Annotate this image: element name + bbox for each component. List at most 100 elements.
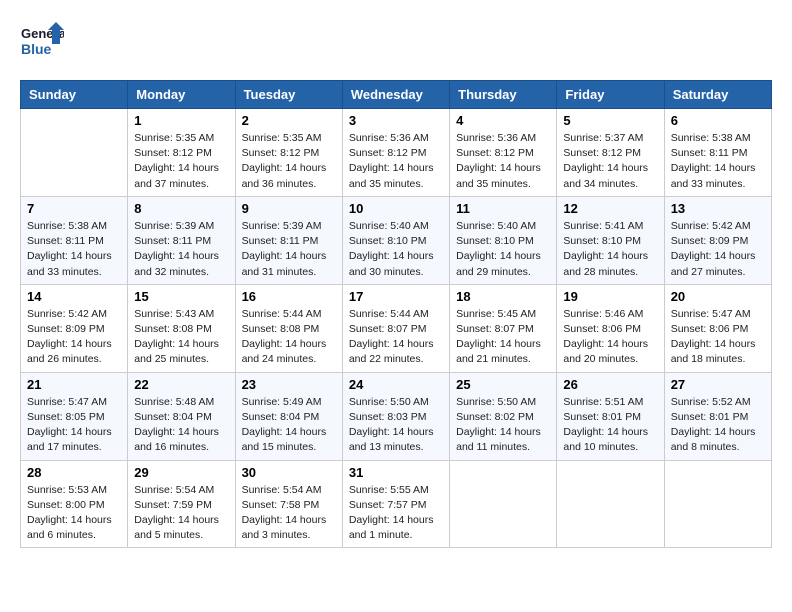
calendar-cell: 15 Sunrise: 5:43 AMSunset: 8:08 PMDayligh… xyxy=(128,284,235,372)
calendar-cell: 22 Sunrise: 5:48 AMSunset: 8:04 PMDayligh… xyxy=(128,372,235,460)
day-info: Sunrise: 5:47 AMSunset: 8:05 PMDaylight:… xyxy=(27,395,121,456)
calendar-week-row: 21 Sunrise: 5:47 AMSunset: 8:05 PMDayligh… xyxy=(21,372,772,460)
day-number: 25 xyxy=(456,377,550,392)
day-info: Sunrise: 5:51 AMSunset: 8:01 PMDaylight:… xyxy=(563,395,657,456)
calendar-cell: 26Sunrise: 5:51 AMSunset: 8:01 PMDayligh… xyxy=(557,372,664,460)
day-info: Sunrise: 5:44 AMSunset: 8:07 PMDaylight:… xyxy=(349,307,443,368)
day-number: 2 xyxy=(242,113,336,128)
day-info: Sunrise: 5:54 AMSunset: 7:59 PMDaylight:… xyxy=(134,483,228,544)
calendar-cell: 1Sunrise: 5:35 AMSunset: 8:12 PMDaylight… xyxy=(128,109,235,197)
calendar-cell: 16Sunrise: 5:44 AMSunset: 8:08 PMDayligh… xyxy=(235,284,342,372)
day-info: Sunrise: 5:35 AMSunset: 8:12 PMDaylight:… xyxy=(134,131,228,192)
day-number: 9 xyxy=(242,201,336,216)
calendar-table: SundayMondayTuesdayWednesdayThursdayFrid… xyxy=(20,80,772,548)
weekday-header-sunday: Sunday xyxy=(21,81,128,109)
calendar-week-row: 1Sunrise: 5:35 AMSunset: 8:12 PMDaylight… xyxy=(21,109,772,197)
day-info: Sunrise: 5:35 AMSunset: 8:12 PMDaylight:… xyxy=(242,131,336,192)
calendar-cell xyxy=(664,460,771,548)
calendar-cell: 7Sunrise: 5:38 AMSunset: 8:11 PMDaylight… xyxy=(21,196,128,284)
calendar-cell: 31Sunrise: 5:55 AMSunset: 7:57 PMDayligh… xyxy=(342,460,449,548)
day-number: 22 xyxy=(134,377,228,392)
day-info: Sunrise: 5:48 AMSunset: 8:04 PMDaylight:… xyxy=(134,395,228,456)
day-info: Sunrise: 5:44 AMSunset: 8:08 PMDaylight:… xyxy=(242,307,336,368)
day-number: 15 xyxy=(134,289,228,304)
day-info: Sunrise: 5:53 AMSunset: 8:00 PMDaylight:… xyxy=(27,483,121,544)
day-number: 11 xyxy=(456,201,550,216)
day-number: 28 xyxy=(27,465,121,480)
day-number: 30 xyxy=(242,465,336,480)
day-info: Sunrise: 5:41 AMSunset: 8:10 PMDaylight:… xyxy=(563,219,657,280)
calendar-cell: 8 Sunrise: 5:39 AMSunset: 8:11 PMDaylight… xyxy=(128,196,235,284)
day-number: 27 xyxy=(671,377,765,392)
calendar-cell: 17 Sunrise: 5:44 AMSunset: 8:07 PMDayligh… xyxy=(342,284,449,372)
calendar-week-row: 7Sunrise: 5:38 AMSunset: 8:11 PMDaylight… xyxy=(21,196,772,284)
day-number: 4 xyxy=(456,113,550,128)
weekday-header-monday: Monday xyxy=(128,81,235,109)
day-info: Sunrise: 5:47 AMSunset: 8:06 PMDaylight:… xyxy=(671,307,765,368)
day-number: 20 xyxy=(671,289,765,304)
day-info: Sunrise: 5:52 AMSunset: 8:01 PMDaylight:… xyxy=(671,395,765,456)
day-info: Sunrise: 5:39 AMSunset: 8:11 PMDaylight:… xyxy=(242,219,336,280)
day-number: 21 xyxy=(27,377,121,392)
day-number: 8 xyxy=(134,201,228,216)
day-number: 12 xyxy=(563,201,657,216)
day-info: Sunrise: 5:40 AMSunset: 8:10 PMDaylight:… xyxy=(456,219,550,280)
svg-text:Blue: Blue xyxy=(21,41,52,57)
calendar-cell: 12 Sunrise: 5:41 AMSunset: 8:10 PMDayligh… xyxy=(557,196,664,284)
calendar-cell: 27 Sunrise: 5:52 AMSunset: 8:01 PMDayligh… xyxy=(664,372,771,460)
day-number: 24 xyxy=(349,377,443,392)
weekday-header-tuesday: Tuesday xyxy=(235,81,342,109)
day-info: Sunrise: 5:45 AMSunset: 8:07 PMDaylight:… xyxy=(456,307,550,368)
day-info: Sunrise: 5:55 AMSunset: 7:57 PMDaylight:… xyxy=(349,483,443,544)
day-info: Sunrise: 5:46 AMSunset: 8:06 PMDaylight:… xyxy=(563,307,657,368)
calendar-cell xyxy=(557,460,664,548)
weekday-header-thursday: Thursday xyxy=(450,81,557,109)
day-info: Sunrise: 5:49 AMSunset: 8:04 PMDaylight:… xyxy=(242,395,336,456)
day-number: 29 xyxy=(134,465,228,480)
calendar-cell xyxy=(21,109,128,197)
day-number: 18 xyxy=(456,289,550,304)
calendar-cell: 5Sunrise: 5:37 AMSunset: 8:12 PMDaylight… xyxy=(557,109,664,197)
calendar-cell: 2 Sunrise: 5:35 AMSunset: 8:12 PMDaylight… xyxy=(235,109,342,197)
day-info: Sunrise: 5:50 AMSunset: 8:03 PMDaylight:… xyxy=(349,395,443,456)
day-number: 5 xyxy=(563,113,657,128)
calendar-cell: 3 Sunrise: 5:36 AMSunset: 8:12 PMDaylight… xyxy=(342,109,449,197)
calendar-cell: 25 Sunrise: 5:50 AMSunset: 8:02 PMDayligh… xyxy=(450,372,557,460)
day-info: Sunrise: 5:38 AMSunset: 8:11 PMDaylight:… xyxy=(671,131,765,192)
weekday-header-friday: Friday xyxy=(557,81,664,109)
day-number: 17 xyxy=(349,289,443,304)
day-number: 13 xyxy=(671,201,765,216)
calendar-cell: 21 Sunrise: 5:47 AMSunset: 8:05 PMDayligh… xyxy=(21,372,128,460)
day-info: Sunrise: 5:50 AMSunset: 8:02 PMDaylight:… xyxy=(456,395,550,456)
calendar-cell: 11 Sunrise: 5:40 AMSunset: 8:10 PMDayligh… xyxy=(450,196,557,284)
day-number: 10 xyxy=(349,201,443,216)
weekday-header-saturday: Saturday xyxy=(664,81,771,109)
calendar-week-row: 14Sunrise: 5:42 AMSunset: 8:09 PMDayligh… xyxy=(21,284,772,372)
day-info: Sunrise: 5:42 AMSunset: 8:09 PMDaylight:… xyxy=(671,219,765,280)
calendar-cell: 9 Sunrise: 5:39 AMSunset: 8:11 PMDaylight… xyxy=(235,196,342,284)
calendar-cell: 13 Sunrise: 5:42 AMSunset: 8:09 PMDayligh… xyxy=(664,196,771,284)
weekday-header-row: SundayMondayTuesdayWednesdayThursdayFrid… xyxy=(21,81,772,109)
day-number: 3 xyxy=(349,113,443,128)
day-number: 7 xyxy=(27,201,121,216)
calendar-cell: 30Sunrise: 5:54 AMSunset: 7:58 PMDayligh… xyxy=(235,460,342,548)
calendar-cell: 28 Sunrise: 5:53 AMSunset: 8:00 PMDayligh… xyxy=(21,460,128,548)
calendar-cell: 6Sunrise: 5:38 AMSunset: 8:11 PMDaylight… xyxy=(664,109,771,197)
calendar-cell: 18 Sunrise: 5:45 AMSunset: 8:07 PMDayligh… xyxy=(450,284,557,372)
calendar-cell: 23 Sunrise: 5:49 AMSunset: 8:04 PMDayligh… xyxy=(235,372,342,460)
calendar-cell: 14Sunrise: 5:42 AMSunset: 8:09 PMDayligh… xyxy=(21,284,128,372)
day-info: Sunrise: 5:36 AMSunset: 8:12 PMDaylight:… xyxy=(456,131,550,192)
day-info: Sunrise: 5:39 AMSunset: 8:11 PMDaylight:… xyxy=(134,219,228,280)
day-number: 19 xyxy=(563,289,657,304)
calendar-cell: 10 Sunrise: 5:40 AMSunset: 8:10 PMDayligh… xyxy=(342,196,449,284)
day-info: Sunrise: 5:43 AMSunset: 8:08 PMDaylight:… xyxy=(134,307,228,368)
day-number: 23 xyxy=(242,377,336,392)
day-info: Sunrise: 5:40 AMSunset: 8:10 PMDaylight:… xyxy=(349,219,443,280)
calendar-cell: 20 Sunrise: 5:47 AMSunset: 8:06 PMDayligh… xyxy=(664,284,771,372)
calendar-week-row: 28 Sunrise: 5:53 AMSunset: 8:00 PMDayligh… xyxy=(21,460,772,548)
calendar-cell xyxy=(450,460,557,548)
page-header: General Blue xyxy=(20,20,772,64)
calendar-cell: 4 Sunrise: 5:36 AMSunset: 8:12 PMDaylight… xyxy=(450,109,557,197)
day-info: Sunrise: 5:36 AMSunset: 8:12 PMDaylight:… xyxy=(349,131,443,192)
day-number: 14 xyxy=(27,289,121,304)
